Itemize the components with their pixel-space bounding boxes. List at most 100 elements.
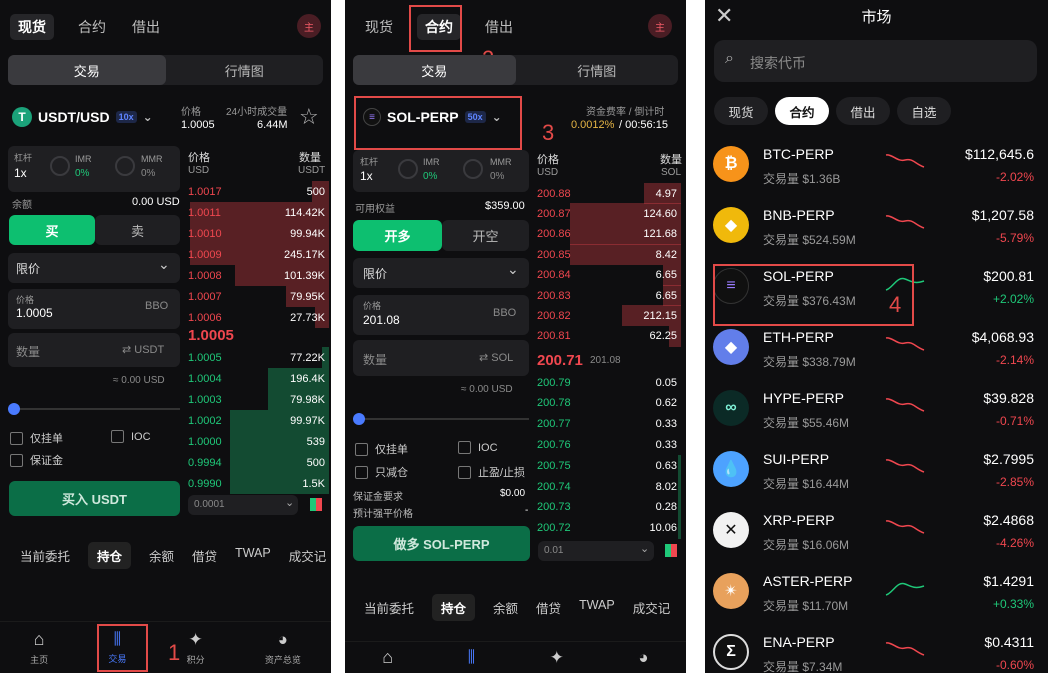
ask-row[interactable]: 200.83 6.65 [533, 285, 681, 306]
tab-balances[interactable]: 余额 [149, 546, 174, 569]
tab-perp[interactable]: 合约 [76, 14, 108, 40]
market-row[interactable]: ₿ BTC-PERP 交易量 $1.36B $112,645.6 -2.02% [713, 134, 1040, 194]
ask-price: 200.81 [537, 330, 571, 343]
reduce-only-checkbox[interactable]: 只减仓 [355, 464, 408, 480]
buy-toggle[interactable]: 买 [9, 215, 95, 245]
seg-trade[interactable]: 交易 [8, 55, 166, 85]
ask-row[interactable]: 1.0007 79.95K [184, 286, 329, 307]
orderbook-layout-icon[interactable] [310, 498, 322, 511]
sell-toggle[interactable]: 卖 [95, 215, 180, 245]
buy-usdt-button[interactable]: 买入 USDT [9, 481, 180, 516]
ask-row[interactable]: 1.0010 99.94K [184, 223, 329, 244]
ask-row[interactable]: 200.84 6.65 [533, 264, 681, 286]
bid-row[interactable]: 200.79 0.05 [533, 372, 681, 393]
tab-twap[interactable]: TWAP [235, 546, 271, 569]
ask-row[interactable]: 200.87 124.60 [533, 203, 681, 225]
bid-row[interactable]: 200.74 8.02 [533, 476, 681, 497]
tab-spot[interactable]: 现货 [363, 14, 395, 40]
ask-row[interactable]: 200.82 212.15 [533, 305, 681, 327]
quantity-unit-toggle[interactable]: ⇄ SOL [479, 351, 513, 364]
bid-row[interactable]: 200.73 0.28 [533, 496, 681, 518]
tab-lend[interactable]: 借出 [130, 14, 162, 40]
filter-lend[interactable]: 借出 [836, 97, 890, 125]
ask-row[interactable]: 200.85 8.42 [533, 244, 681, 266]
tab-borrow[interactable]: 借贷 [192, 546, 217, 569]
tab-trade-history[interactable]: 成交记 [633, 598, 671, 621]
bid-row[interactable]: 1.0002 99.97K [184, 410, 329, 431]
filter-spot[interactable]: 现货 [714, 97, 768, 125]
tab-trade-history[interactable]: 成交记 [289, 546, 327, 569]
market-row[interactable]: ✕ XRP-PERP 交易量 $16.06M $2.4868 -4.26% [713, 500, 1040, 560]
market-row[interactable]: ◆ BNB-PERP 交易量 $524.59M $1,207.58 -5.79% [713, 195, 1040, 255]
nav-home[interactable]: ⌂ [382, 647, 393, 668]
bid-row[interactable]: 0.9994 500 [184, 452, 329, 473]
market-row[interactable]: Σ ENA-PERP 交易量 $7.34M $0.4311 -0.60% [713, 622, 1040, 673]
tab-spot[interactable]: 现货 [10, 14, 54, 40]
market-row[interactable]: 💧 SUI-PERP 交易量 $16.44M $2.7995 -2.85% [713, 439, 1040, 499]
ask-row[interactable]: 1.0009 245.17K [184, 244, 329, 265]
bbo-button[interactable]: BBO [493, 307, 516, 319]
ioc-checkbox[interactable]: IOC [111, 430, 151, 443]
star-icon[interactable]: ☆ [299, 104, 319, 130]
tab-open-orders[interactable]: 当前委托 [364, 598, 414, 621]
ask-row[interactable]: 200.88 4.97 [533, 183, 681, 204]
open-long-toggle[interactable]: 开多 [353, 220, 442, 251]
bid-row[interactable]: 200.72 10.06 [533, 517, 681, 539]
market-row[interactable]: ∞ HYPE-PERP 交易量 $55.46M $39.828 -0.71% [713, 378, 1040, 438]
orderbook-layout-icon[interactable] [665, 544, 677, 557]
nav-trade[interactable]: ⫼ [468, 649, 475, 667]
ask-row[interactable]: 1.0017 500 [184, 181, 329, 202]
long-sol-perp-button[interactable]: 做多 SOL-PERP [353, 526, 530, 561]
bid-depth-bar [678, 455, 681, 477]
bid-row[interactable]: 1.0005 77.22K [184, 347, 329, 368]
pair-selector[interactable]: T USDT/USD 10x ⌄ [12, 107, 153, 127]
bid-row[interactable]: 1.0003 79.98K [184, 389, 329, 410]
post-only-checkbox[interactable]: 仅挂单 [10, 430, 63, 446]
nav-portfolio[interactable]: ◕ [638, 648, 648, 668]
bbo-button[interactable]: BBO [145, 300, 168, 312]
bid-row[interactable]: 0.9990 1.5K [184, 473, 329, 494]
seg-chart[interactable]: 行情图 [516, 55, 679, 85]
seg-trade[interactable]: 交易 [353, 55, 516, 85]
tab-open-orders[interactable]: 当前委托 [20, 546, 70, 569]
quantity-unit-toggle[interactable]: ⇄ USDT [122, 343, 164, 356]
bid-row[interactable]: 1.0000 539 [184, 431, 329, 452]
ask-row[interactable]: 1.0006 27.73K [184, 307, 329, 328]
nav-home[interactable]: ⌂ 主页 [30, 629, 48, 666]
post-only-checkbox[interactable]: 仅挂单 [355, 441, 408, 457]
ask-row[interactable]: 200.86 121.68 [533, 223, 681, 245]
ask-row[interactable]: 1.0008 101.39K [184, 265, 329, 286]
sparkline [885, 337, 925, 351]
account-badge[interactable]: 主 [297, 14, 321, 38]
ask-row[interactable]: 200.81 62.25 [533, 325, 681, 347]
bid-row[interactable]: 200.76 0.33 [533, 434, 681, 455]
filter-perp[interactable]: 合约 [775, 97, 829, 125]
amount-slider[interactable] [8, 403, 180, 415]
slider-handle[interactable] [353, 413, 365, 425]
tab-positions[interactable]: 持仓 [432, 594, 476, 621]
slider-handle[interactable] [8, 403, 20, 415]
bid-row[interactable]: 200.75 0.63 [533, 455, 681, 477]
bid-row[interactable]: 200.78 0.62 [533, 393, 681, 414]
amount-slider[interactable] [353, 413, 529, 425]
filter-watchlist[interactable]: 自选 [897, 97, 951, 125]
ask-row[interactable]: 1.0011 114.42K [184, 202, 329, 223]
nav-portfolio[interactable]: ◕ 资产总览 [265, 630, 301, 666]
market-row[interactable]: ◆ ETH-PERP 交易量 $338.79M $4,068.93 -2.14% [713, 317, 1040, 377]
tab-balances[interactable]: 余额 [493, 598, 518, 621]
tab-positions[interactable]: 持仓 [88, 542, 132, 569]
bid-row[interactable]: 1.0004 196.4K [184, 368, 329, 389]
tpsl-checkbox[interactable]: 止盈/止损 [458, 464, 525, 480]
open-short-toggle[interactable]: 开空 [442, 220, 529, 251]
nav-points[interactable]: ✦ [550, 648, 564, 668]
margin-checkbox[interactable]: 保证金 [10, 452, 63, 468]
bid-row[interactable]: 200.77 0.33 [533, 414, 681, 435]
nav-points[interactable]: ✦ 积分 [187, 630, 205, 666]
account-badge[interactable]: 主 [648, 14, 672, 38]
tab-lend[interactable]: 借出 [483, 14, 515, 40]
market-row[interactable]: ✴ ASTER-PERP 交易量 $11.70M $1.4291 +0.33% [713, 561, 1040, 621]
tab-twap[interactable]: TWAP [579, 598, 615, 621]
tab-borrow[interactable]: 借贷 [536, 598, 561, 621]
ioc-checkbox[interactable]: IOC [458, 441, 498, 454]
seg-chart[interactable]: 行情图 [166, 55, 324, 85]
